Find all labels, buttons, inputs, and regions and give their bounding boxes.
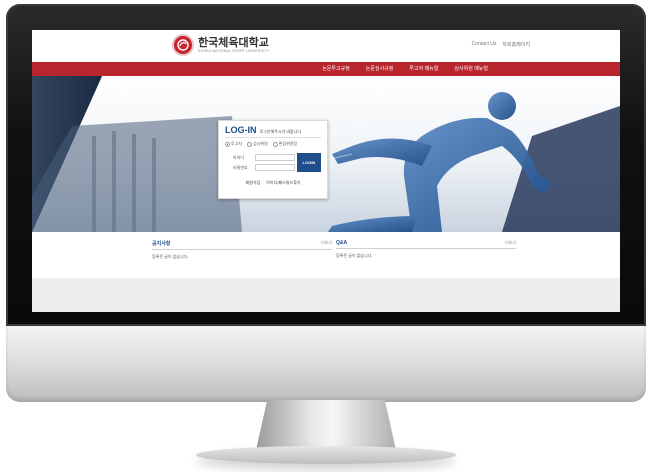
login-form: 아이디 비밀번호 LOGIN xyxy=(225,152,321,174)
notice-empty-message: 등록된 글이 없습니다. xyxy=(152,254,189,259)
university-logo[interactable]: 한국체육대학교 KOREA NATIONAL SPORT UNIVERSITY xyxy=(172,34,269,56)
nav-item-reviewer-manual[interactable]: 심사위원 매뉴얼 xyxy=(446,62,496,76)
radio-icon xyxy=(272,141,278,147)
top-links: Contact Us 학회홈페이지 xyxy=(472,41,530,48)
notice-board-header: 공지사항 더보기 xyxy=(152,240,332,250)
qna-more-link[interactable]: 더보기 xyxy=(505,240,516,246)
nav-item-review-rules[interactable]: 논문심사규정 xyxy=(358,62,402,76)
nav-item-author-manual[interactable]: 투고자 매뉴얼 xyxy=(401,62,446,76)
login-links: 회원가입 아이디/패스워드찾기 xyxy=(225,180,321,186)
nav-item-submission-rules[interactable]: 논문투고규정 xyxy=(314,62,358,76)
password-input[interactable] xyxy=(255,164,295,171)
role-author[interactable]: 투고자 xyxy=(225,141,242,147)
notice-board-title[interactable]: 공지사항 xyxy=(152,240,170,247)
notice-more-link[interactable]: 더보기 xyxy=(321,240,332,247)
footer xyxy=(32,278,620,312)
contact-us-link[interactable]: Contact Us xyxy=(472,41,497,48)
qna-empty-message: 등록된 글이 없습니다. xyxy=(336,253,373,258)
find-account-link[interactable]: 아이디/패스워드찾기 xyxy=(266,180,300,186)
notice-board: 공지사항 더보기 등록된 글이 없습니다. xyxy=(152,240,332,260)
logo-english: KOREA NATIONAL SPORT UNIVERSITY xyxy=(198,48,270,53)
role-reviewer[interactable]: 심사위원 xyxy=(247,141,268,147)
logo-korean: 한국체육대학교 xyxy=(198,35,269,49)
monitor-chin xyxy=(6,326,646,402)
radio-icon xyxy=(247,141,253,147)
monitor-stand-base xyxy=(196,446,456,464)
login-title: LOG-IN xyxy=(225,125,257,135)
qna-board-header: Q&A 더보기 xyxy=(336,240,516,249)
boards-section: 공지사항 더보기 등록된 글이 없습니다. Q&A 더보기 등록된 글이 없습니… xyxy=(32,232,620,278)
id-input[interactable] xyxy=(255,154,295,161)
login-button[interactable]: LOGIN xyxy=(297,153,321,172)
main-nav: 논문투고규정 논문심사규정 투고자 매뉴얼 심사위원 매뉴얼 xyxy=(32,62,620,76)
role-editor[interactable]: 편집위원장 xyxy=(272,141,297,147)
password-label: 비밀번호 xyxy=(233,165,248,170)
qna-board-title[interactable]: Q&A xyxy=(336,240,347,246)
login-header: LOG-IN 로그인해주시기 바랍니다. xyxy=(225,125,321,138)
login-panel: LOG-IN 로그인해주시기 바랍니다. 투고자 심사위원 편집위원장 아이디 … xyxy=(218,120,328,199)
site-header: 한국체육대학교 KOREA NATIONAL SPORT UNIVERSITY … xyxy=(32,30,620,62)
login-role-tabs: 투고자 심사위원 편집위원장 xyxy=(225,141,321,147)
monitor-stand-neck xyxy=(256,400,396,450)
logo-text: 한국체육대학교 KOREA NATIONAL SPORT UNIVERSITY xyxy=(198,35,270,54)
monitor-screen: 한국체육대학교 KOREA NATIONAL SPORT UNIVERSITY … xyxy=(32,30,620,312)
login-subtitle: 로그인해주시기 바랍니다. xyxy=(259,129,303,134)
emblem-icon xyxy=(172,34,194,56)
radio-selected-icon xyxy=(225,141,230,147)
id-label: 아이디 xyxy=(233,155,245,160)
qna-board: Q&A 더보기 등록된 글이 없습니다. xyxy=(336,240,516,259)
signup-link[interactable]: 회원가입 xyxy=(246,180,261,186)
society-homepage-link[interactable]: 학회홈페이지 xyxy=(502,41,530,48)
